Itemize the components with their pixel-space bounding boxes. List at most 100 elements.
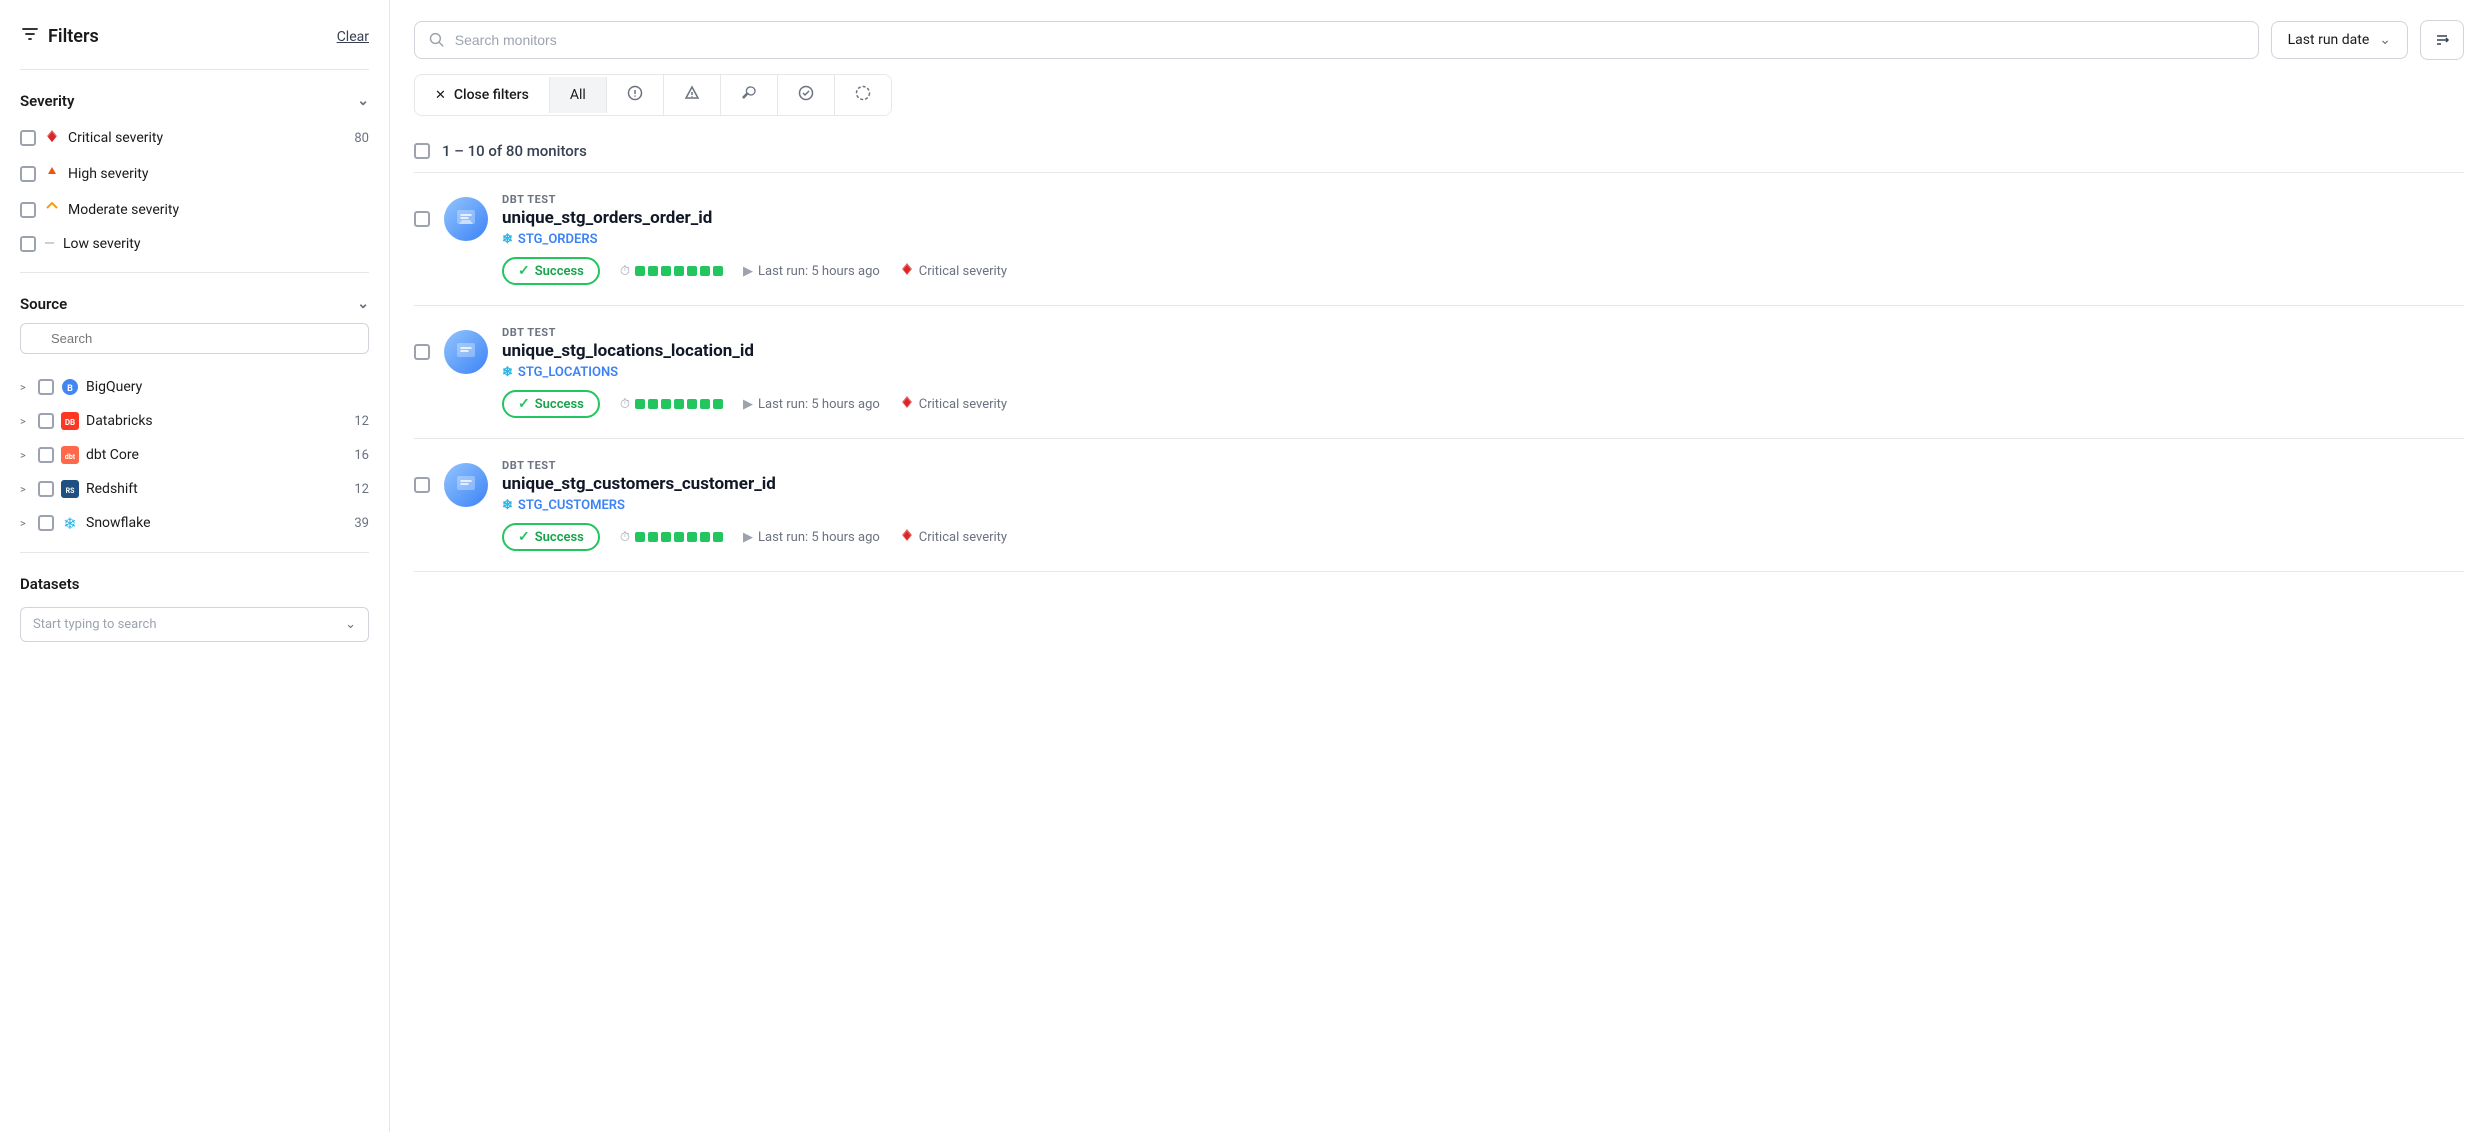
monitor-item: DBT TEST unique_stg_locations_location_i… — [414, 306, 2464, 439]
filter-warning-icon — [684, 85, 700, 105]
monitor-1-status-badge: ✓ Success — [502, 257, 600, 285]
severity-critical-checkbox[interactable] — [20, 130, 36, 146]
history-bar — [661, 532, 671, 542]
monitor-3-last-run-label: Last run: 5 hours ago — [758, 530, 880, 545]
history-bar — [635, 532, 645, 542]
severity-filter-high[interactable]: High severity — [20, 156, 369, 192]
filter-tab-success[interactable] — [778, 75, 835, 115]
search-input[interactable] — [455, 32, 2244, 48]
source-item-redshift[interactable]: > RS Redshift 12 — [20, 472, 369, 506]
datasets-section-header[interactable]: Datasets — [20, 565, 369, 603]
history-bar — [713, 532, 723, 542]
filter-tab-wrench[interactable] — [721, 75, 778, 115]
monitor-2-last-run: ▶ Last run: 5 hours ago — [743, 397, 880, 412]
monitor-2-name[interactable]: unique_stg_locations_location_id — [502, 341, 2464, 361]
severity-high-label: High severity — [68, 166, 148, 182]
severity-high-icon — [44, 164, 60, 184]
main-content: Last run date ⌄ ✕ Close filters All — [390, 0, 2488, 1132]
source-redshift-label: Redshift — [86, 481, 138, 497]
severity-moderate-checkbox[interactable] — [20, 202, 36, 218]
source-databricks-label: Databricks — [86, 413, 153, 429]
history-bar — [661, 399, 671, 409]
datasets-search-dropdown[interactable]: Start typing to search ⌄ — [20, 607, 369, 642]
monitor-2-history-bars — [635, 399, 723, 409]
severity-filter-critical[interactable]: Critical severity 80 — [20, 120, 369, 156]
severity-section-header[interactable]: Severity ⌄ — [20, 82, 369, 120]
monitor-1-snowflake-icon: ❄ — [502, 232, 513, 247]
source-bigquery-checkbox[interactable] — [38, 379, 54, 395]
source-filter-list: > B BigQuery > DB Databricks 12 > dbt db… — [20, 370, 369, 540]
source-snowflake-checkbox[interactable] — [38, 515, 54, 531]
severity-filter-low[interactable]: — Low severity — [20, 228, 369, 260]
history-bar — [713, 399, 723, 409]
severity-chevron-icon: ⌄ — [357, 93, 369, 109]
source-databricks-checkbox[interactable] — [38, 413, 54, 429]
monitor-3-source[interactable]: ❄ STG_CUSTOMERS — [502, 498, 2464, 513]
expand-arrow-databricks: > — [20, 415, 32, 428]
monitor-3-status-label: Success — [535, 530, 584, 545]
monitor-2-history: ⏱ — [620, 397, 723, 412]
source-section-header[interactable]: Source ⌄ — [20, 285, 369, 323]
source-item-bigquery[interactable]: > B BigQuery — [20, 370, 369, 404]
monitor-1-checkbox[interactable] — [414, 211, 430, 227]
monitor-1-last-run: ▶ Last run: 5 hours ago — [743, 264, 880, 279]
source-item-databricks[interactable]: > DB Databricks 12 — [20, 404, 369, 438]
source-search-wrap: 🔍 — [20, 323, 369, 362]
monitor-3-play-icon: ▶ — [743, 530, 753, 545]
source-search-input[interactable] — [20, 323, 369, 354]
monitor-1-history-bars — [635, 266, 723, 276]
severity-high-checkbox[interactable] — [20, 166, 36, 182]
history-bar — [687, 532, 697, 542]
monitor-1-source[interactable]: ❄ STG_ORDERS — [502, 232, 2464, 247]
source-item-snowflake[interactable]: > ❄ Snowflake 39 — [20, 506, 369, 540]
monitor-3-severity-label: Critical severity — [919, 530, 1007, 545]
filter-tab-warning[interactable] — [664, 75, 721, 115]
severity-low-checkbox[interactable] — [20, 236, 36, 252]
sort-order-button[interactable] — [2420, 20, 2464, 60]
history-bar — [648, 266, 658, 276]
monitor-1-name[interactable]: unique_stg_orders_order_id — [502, 208, 2464, 228]
monitor-2-checkbox[interactable] — [414, 344, 430, 360]
filter-critical-icon — [627, 85, 643, 105]
datasets-label: Datasets — [20, 575, 79, 593]
monitor-1-icon — [444, 197, 488, 241]
sort-select[interactable]: Last run date ⌄ — [2271, 21, 2408, 59]
sidebar-title: Filters — [48, 26, 99, 47]
filter-tab-critical[interactable] — [607, 75, 664, 115]
severity-filter-moderate[interactable]: Moderate severity — [20, 192, 369, 228]
monitor-3-checkbox[interactable] — [414, 477, 430, 493]
filter-tab-all[interactable]: All — [550, 77, 607, 113]
close-filters-tab[interactable]: ✕ Close filters — [415, 77, 550, 113]
monitor-1-play-icon: ▶ — [743, 264, 753, 279]
select-all-checkbox[interactable] — [414, 143, 430, 159]
datasets-search-placeholder: Start typing to search — [33, 617, 157, 632]
monitor-1-severity-label: Critical severity — [919, 264, 1007, 279]
severity-critical-count: 80 — [354, 131, 369, 146]
monitor-3-info: DBT TEST unique_stg_customers_customer_i… — [502, 459, 2464, 551]
monitor-3-history-bars — [635, 532, 723, 542]
history-bar — [648, 532, 658, 542]
monitor-2-source[interactable]: ❄ STG_LOCATIONS — [502, 365, 2464, 380]
monitor-1-severity: Critical severity — [900, 262, 1007, 280]
source-redshift-checkbox[interactable] — [38, 481, 54, 497]
severity-low-icon: — — [44, 236, 55, 252]
clear-filters-button[interactable]: Clear — [337, 29, 369, 45]
history-bar — [700, 266, 710, 276]
search-box[interactable] — [414, 21, 2259, 59]
filter-success-icon — [798, 85, 814, 105]
search-icon — [429, 32, 445, 48]
severity-moderate-icon — [44, 200, 60, 220]
monitor-item: DBT TEST unique_stg_orders_order_id ❄ ST… — [414, 173, 2464, 306]
source-dbt-checkbox[interactable] — [38, 447, 54, 463]
history-bar — [635, 399, 645, 409]
monitor-3-name[interactable]: unique_stg_customers_customer_id — [502, 474, 2464, 494]
monitor-2-source-label: STG_LOCATIONS — [518, 365, 618, 380]
monitor-1-source-label: STG_ORDERS — [518, 232, 598, 247]
filter-tab-pending[interactable] — [835, 75, 891, 115]
source-item-dbt[interactable]: > dbt dbt Core 16 — [20, 438, 369, 472]
monitor-2-type: DBT TEST — [502, 326, 2464, 339]
filter-tabs: ✕ Close filters All — [414, 74, 892, 116]
close-filters-x-icon: ✕ — [435, 88, 446, 103]
monitor-2-last-run-label: Last run: 5 hours ago — [758, 397, 880, 412]
datasets-chevron-icon: ⌄ — [345, 617, 356, 632]
